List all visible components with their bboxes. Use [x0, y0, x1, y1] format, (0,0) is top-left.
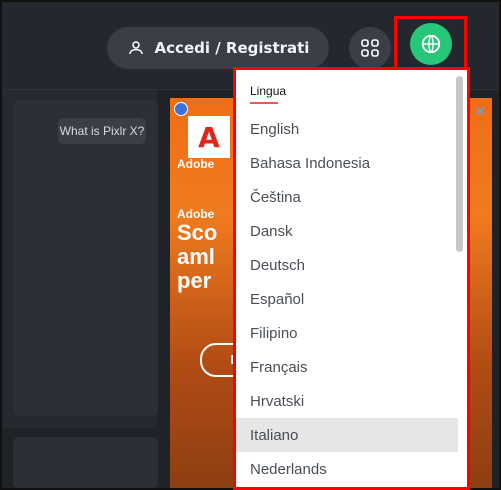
- bottom-panel: [13, 437, 158, 488]
- login-register-label: Accedi / Registrati: [154, 39, 310, 57]
- language-menu-title: Lingua: [250, 84, 287, 98]
- ad-headline: Sco aml per: [177, 220, 218, 293]
- language-option[interactable]: Hrvatski: [236, 384, 458, 418]
- ad-choices-icon[interactable]: [174, 102, 188, 116]
- language-option[interactable]: Filipino: [236, 316, 458, 350]
- language-button[interactable]: [409, 23, 452, 65]
- promo-panel: [13, 100, 158, 416]
- language-option[interactable]: Bahasa Indonesia: [236, 146, 458, 180]
- language-option[interactable]: Français: [236, 350, 458, 384]
- language-title-underline: [250, 102, 278, 104]
- ad-close-icon[interactable]: ✕: [474, 104, 486, 120]
- language-option[interactable]: Dansk: [236, 214, 458, 248]
- language-option-selected[interactable]: Italiano: [236, 418, 458, 452]
- user-icon: [128, 41, 143, 55]
- login-register-button[interactable]: Accedi / Registrati: [107, 27, 329, 69]
- apps-grid-icon: [361, 39, 379, 57]
- globe-icon: [421, 34, 440, 54]
- language-list: English Bahasa Indonesia Čeština Dansk D…: [236, 112, 458, 486]
- ad-brand-text: Adobe: [177, 157, 215, 171]
- language-option[interactable]: Deutsch: [236, 248, 458, 282]
- language-button-highlight: [394, 16, 467, 72]
- language-menu: Lingua English Bahasa Indonesia Čeština …: [236, 70, 467, 487]
- language-option[interactable]: Nederlands: [236, 452, 458, 486]
- language-option[interactable]: Čeština: [236, 180, 458, 214]
- language-option[interactable]: Español: [236, 282, 458, 316]
- ad-brand-text-2: Adobe: [177, 207, 215, 221]
- what-is-pixlr-x-link[interactable]: What is Pixlr X?: [58, 118, 146, 144]
- language-option[interactable]: English: [236, 112, 458, 146]
- apps-button[interactable]: [349, 27, 391, 69]
- adobe-logo: A: [188, 116, 230, 158]
